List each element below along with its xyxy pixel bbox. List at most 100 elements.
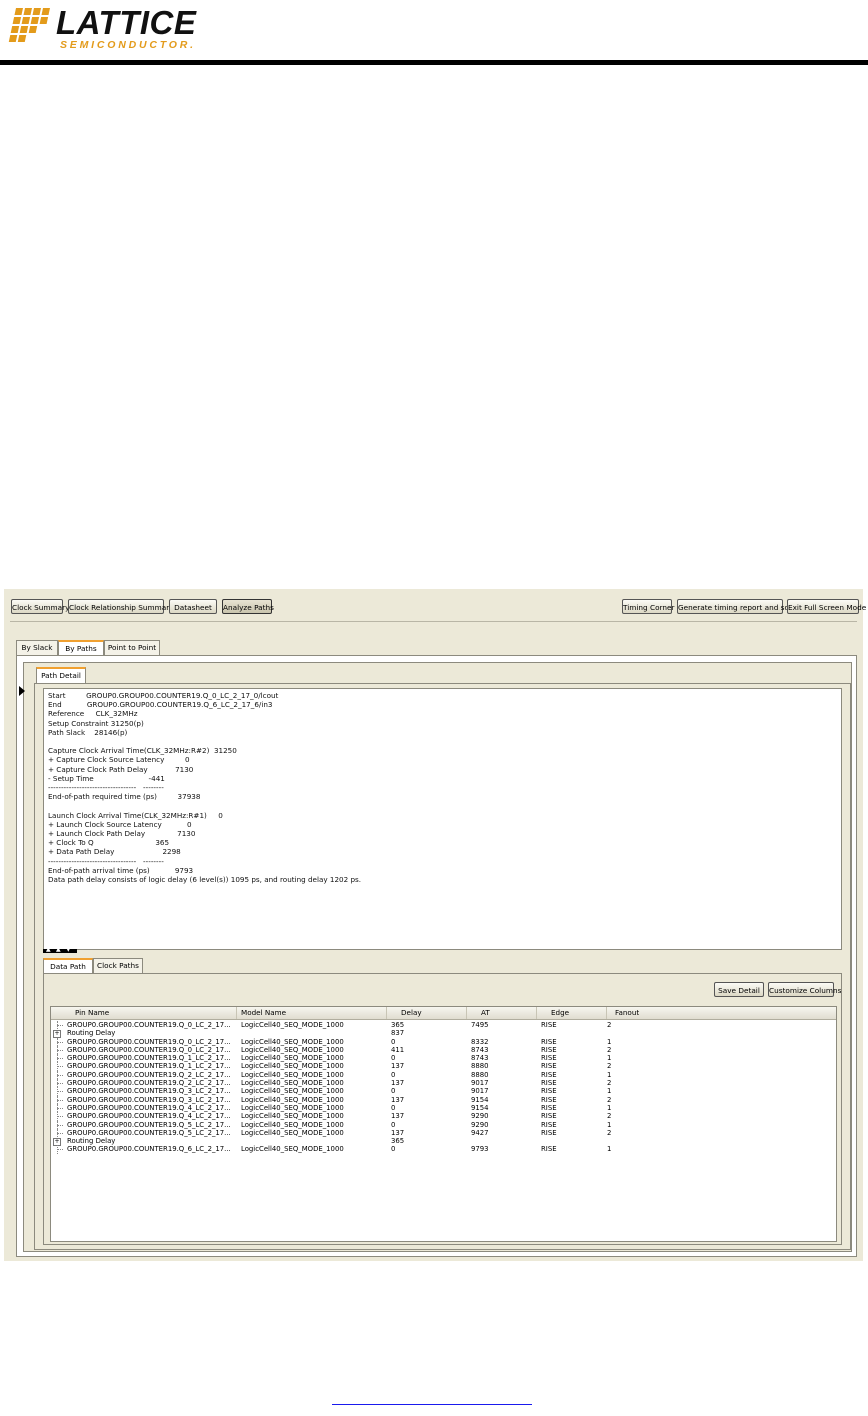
cell-delay: 137 xyxy=(391,1079,405,1088)
tree-branch xyxy=(57,1107,63,1109)
generate-report-button[interactable]: Generate timing report and sdf xyxy=(677,599,792,614)
data-path-delay-value: 2298 xyxy=(162,847,181,857)
cell-pin-name: GROUP0.GROUP00.COUNTER19.Q_3_LC_2_17... xyxy=(67,1087,231,1096)
pane-splitter[interactable]: ▲ ▲ ▼ xyxy=(43,947,77,953)
timing-corner-button[interactable]: Timing Corner xyxy=(622,599,675,614)
tree-branch xyxy=(57,1091,63,1093)
table-row[interactable]: GROUP0.GROUP00.COUNTER19.Q_5_LC_2_17... L… xyxy=(51,1128,836,1138)
col-edge[interactable]: Edge xyxy=(537,1007,607,1019)
cell-delay: 137 xyxy=(391,1095,405,1104)
table-row[interactable]: GROUP0.GROUP00.COUNTER19.Q_5_LC_2_17... L… xyxy=(51,1120,836,1129)
cell-at: 9017 xyxy=(471,1079,489,1088)
by-paths-panel: Path Detail Start GROUP0.GROUP00.COUNTER… xyxy=(16,655,857,1257)
path-detail-panel: Start GROUP0.GROUP00.COUNTER19.Q_0_LC_2_… xyxy=(19,683,851,1250)
cell-pin-name: GROUP0.GROUP00.COUNTER19.Q_2_LC_2_17... xyxy=(67,1079,231,1088)
footer-link[interactable] xyxy=(332,1404,532,1405)
cell-delay: 365 xyxy=(391,1137,405,1146)
cell-at: 8743 xyxy=(471,1045,489,1054)
splitter-up-icon[interactable]: ▲ xyxy=(46,947,51,953)
lattice-logo: LATTICE SEMICONDUCTOR. xyxy=(8,4,208,54)
cell-fanout: 1 xyxy=(607,1087,612,1096)
tab-by-slack[interactable]: By Slack xyxy=(16,640,58,655)
collapse-arrow-icon[interactable] xyxy=(19,686,25,696)
table-row[interactable]: GROUP0.GROUP00.COUNTER19.Q_2_LC_2_17... L… xyxy=(51,1079,836,1088)
table-row[interactable]: GROUP0.GROUP00.COUNTER19.Q_0_LC_2_17... L… xyxy=(51,1021,836,1030)
launch-source-latency-value: 0 xyxy=(186,819,192,829)
col-delay[interactable]: Delay xyxy=(387,1007,467,1019)
capture-source-latency-label: + Capture Clock Source Latency xyxy=(48,755,165,765)
table-row[interactable]: GROUP0.GROUP00.COUNTER19.Q_1_LC_2_17... L… xyxy=(51,1062,836,1071)
logo-grid-icon xyxy=(8,8,50,42)
tab-path-detail[interactable]: Path Detail xyxy=(36,667,86,683)
cell-delay: 0 xyxy=(391,1120,396,1129)
dashes-b: -------- xyxy=(143,783,164,793)
cell-edge: RISE xyxy=(541,1112,557,1121)
cell-at: 9017 xyxy=(471,1087,489,1096)
cell-model-name: LogicCell40_SEQ_MODE_1000 xyxy=(241,1070,344,1079)
table-row[interactable]: GROUP0.GROUP00.COUNTER19.Q_0_LC_2_17... L… xyxy=(51,1037,836,1046)
start-label: Start xyxy=(48,691,66,700)
datasheet-button[interactable]: Datasheet xyxy=(169,599,217,614)
tab-point-to-point[interactable]: Point to Point xyxy=(104,640,160,655)
dashes-c: ---------------------------------- xyxy=(48,856,137,866)
clock-summary-button[interactable]: Clock Summary xyxy=(11,599,69,614)
reference-label: Reference xyxy=(48,709,85,719)
col-model-name[interactable]: Model Name xyxy=(237,1007,387,1019)
cell-model-name: LogicCell40_SEQ_MODE_1000 xyxy=(241,1037,344,1046)
table-row[interactable]: GROUP0.GROUP00.COUNTER19.Q_4_LC_2_17... L… xyxy=(51,1112,836,1121)
cell-at: 9427 xyxy=(471,1128,489,1137)
cell-fanout: 2 xyxy=(607,1128,612,1137)
table-row[interactable]: GROUP0.GROUP00.COUNTER19.Q_4_LC_2_17... L… xyxy=(51,1103,836,1113)
clock-relationship-summary-button[interactable]: Clock Relationship Summary xyxy=(68,599,174,614)
cell-at: 9290 xyxy=(471,1112,489,1121)
table-row[interactable]: GROUP0.GROUP00.COUNTER19.Q_1_LC_2_17... L… xyxy=(51,1054,836,1063)
save-detail-button[interactable]: Save Detail xyxy=(714,982,764,997)
exit-full-screen-button[interactable]: Exit Full Screen Mode xyxy=(787,599,866,614)
cell-pin-name: GROUP0.GROUP00.COUNTER19.Q_0_LC_2_17... xyxy=(67,1021,231,1029)
data-path-panel: Save Detail Customize Columns Pin Name M… xyxy=(43,973,842,1245)
table-row[interactable]: + Routing Delay 837 xyxy=(51,1029,836,1039)
capture-arrival-value: 31250 xyxy=(213,746,237,756)
dashes-d: -------- xyxy=(143,856,164,866)
table-row[interactable]: GROUP0.GROUP00.COUNTER19.Q_6_LC_2_17... L… xyxy=(51,1145,836,1154)
cell-fanout: 2 xyxy=(607,1045,612,1054)
splitter-down-icon[interactable]: ▼ xyxy=(66,947,71,953)
col-at[interactable]: AT xyxy=(467,1007,537,1019)
table-row[interactable]: GROUP0.GROUP00.COUNTER19.Q_2_LC_2_17... L… xyxy=(51,1070,836,1080)
path-frame: Path Detail Start GROUP0.GROUP00.COUNTER… xyxy=(19,662,852,1252)
table-row[interactable]: GROUP0.GROUP00.COUNTER19.Q_0_LC_2_17... L… xyxy=(51,1045,836,1055)
cell-model-name: LogicCell40_SEQ_MODE_1000 xyxy=(241,1045,344,1054)
cell-at: 7495 xyxy=(471,1021,489,1029)
cell-fanout: 1 xyxy=(607,1037,612,1046)
cell-model-name: LogicCell40_SEQ_MODE_1000 xyxy=(241,1120,344,1129)
table-row[interactable]: GROUP0.GROUP00.COUNTER19.Q_3_LC_2_17... L… xyxy=(51,1087,836,1096)
analyze-paths-button[interactable]: Analyze Paths xyxy=(222,599,274,614)
tree-branch xyxy=(57,1025,63,1026)
cell-at: 9154 xyxy=(471,1103,489,1112)
required-time-value: 37938 xyxy=(177,792,201,802)
cell-delay: 837 xyxy=(391,1029,405,1038)
table-row[interactable]: + Routing Delay 365 xyxy=(51,1137,836,1147)
cell-delay: 411 xyxy=(391,1045,405,1054)
tab-clock-paths[interactable]: Clock Paths xyxy=(93,958,143,973)
customize-columns-button[interactable]: Customize Columns xyxy=(768,982,841,997)
cell-delay: 137 xyxy=(391,1128,405,1137)
cell-model-name: LogicCell40_SEQ_MODE_1000 xyxy=(241,1087,344,1096)
cell-edge: RISE xyxy=(541,1045,557,1054)
cell-model-name: LogicCell40_SEQ_MODE_1000 xyxy=(241,1021,344,1029)
path-detail-text: Start GROUP0.GROUP00.COUNTER19.Q_0_LC_2_… xyxy=(43,688,842,950)
data-path-table: Pin Name Model Name Delay AT Edge Fanout… xyxy=(50,1006,837,1242)
capture-path-delay-value: 7130 xyxy=(175,764,194,774)
tree-branch xyxy=(57,1066,63,1068)
table-body: GROUP0.GROUP00.COUNTER19.Q_0_LC_2_17... L… xyxy=(51,1021,836,1154)
table-row[interactable]: GROUP0.GROUP00.COUNTER19.Q_3_LC_2_17... L… xyxy=(51,1095,836,1104)
cell-delay: 137 xyxy=(391,1062,405,1071)
cell-pin-name: GROUP0.GROUP00.COUNTER19.Q_0_LC_2_17... xyxy=(67,1037,231,1046)
setup-constraint: Setup Constraint 31250(p) xyxy=(48,718,144,728)
splitter-updown-icon[interactable]: ▲ xyxy=(56,947,61,953)
cell-model-name: LogicCell40_SEQ_MODE_1000 xyxy=(241,1095,344,1104)
setup-time-label: - Setup Time xyxy=(48,773,94,783)
col-fanout[interactable]: Fanout xyxy=(607,1007,836,1019)
col-pin-name[interactable]: Pin Name xyxy=(51,1007,237,1019)
cell-delay: 0 xyxy=(391,1070,396,1079)
